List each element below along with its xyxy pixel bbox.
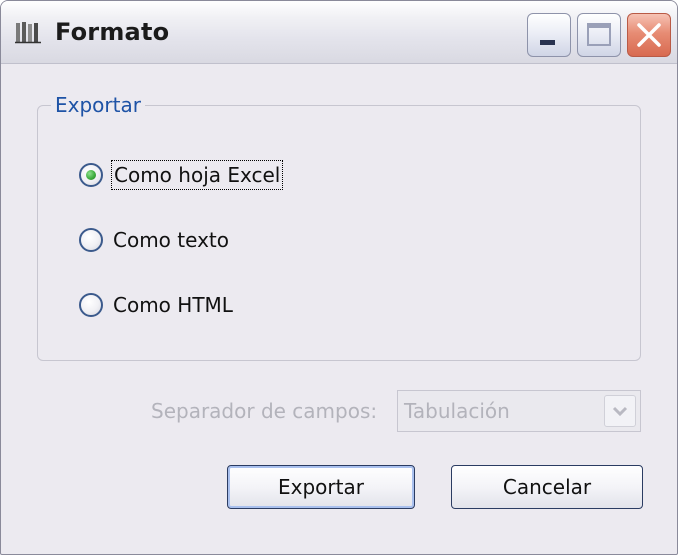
dropdown-button[interactable] (604, 395, 636, 427)
cancel-button[interactable]: Cancelar (451, 465, 643, 509)
minimize-icon (540, 40, 555, 45)
radio-label-html[interactable]: Como HTML (111, 291, 235, 319)
close-icon (637, 23, 661, 47)
close-button[interactable] (627, 13, 671, 57)
radio-button[interactable] (79, 163, 103, 187)
maximize-icon (587, 23, 611, 46)
chevron-down-icon (612, 406, 628, 417)
dialog-window: Formato Exportar Como hoja Excel Como te… (0, 0, 678, 555)
radio-button[interactable] (79, 228, 103, 252)
radio-label-excel[interactable]: Como hoja Excel (111, 160, 284, 190)
radio-button[interactable] (79, 293, 103, 317)
radio-text[interactable]: Como texto (79, 225, 231, 255)
separator-label: Separador de campos: (151, 399, 378, 423)
export-button[interactable]: Exportar (227, 465, 415, 509)
radio-html[interactable]: Como HTML (79, 290, 235, 320)
window-title: Formato (55, 18, 170, 46)
radio-label-text[interactable]: Como texto (111, 226, 231, 254)
radio-selected-dot (86, 170, 96, 180)
separator-select-value: Tabulación (404, 399, 510, 423)
maximize-button[interactable] (577, 13, 621, 57)
radio-excel[interactable]: Como hoja Excel (79, 160, 284, 190)
separator-select[interactable]: Tabulación (397, 390, 641, 432)
title-bar[interactable]: Formato (1, 1, 677, 64)
minimize-button[interactable] (527, 13, 571, 57)
export-group-legend: Exportar (51, 93, 145, 117)
app-icon (15, 20, 43, 44)
